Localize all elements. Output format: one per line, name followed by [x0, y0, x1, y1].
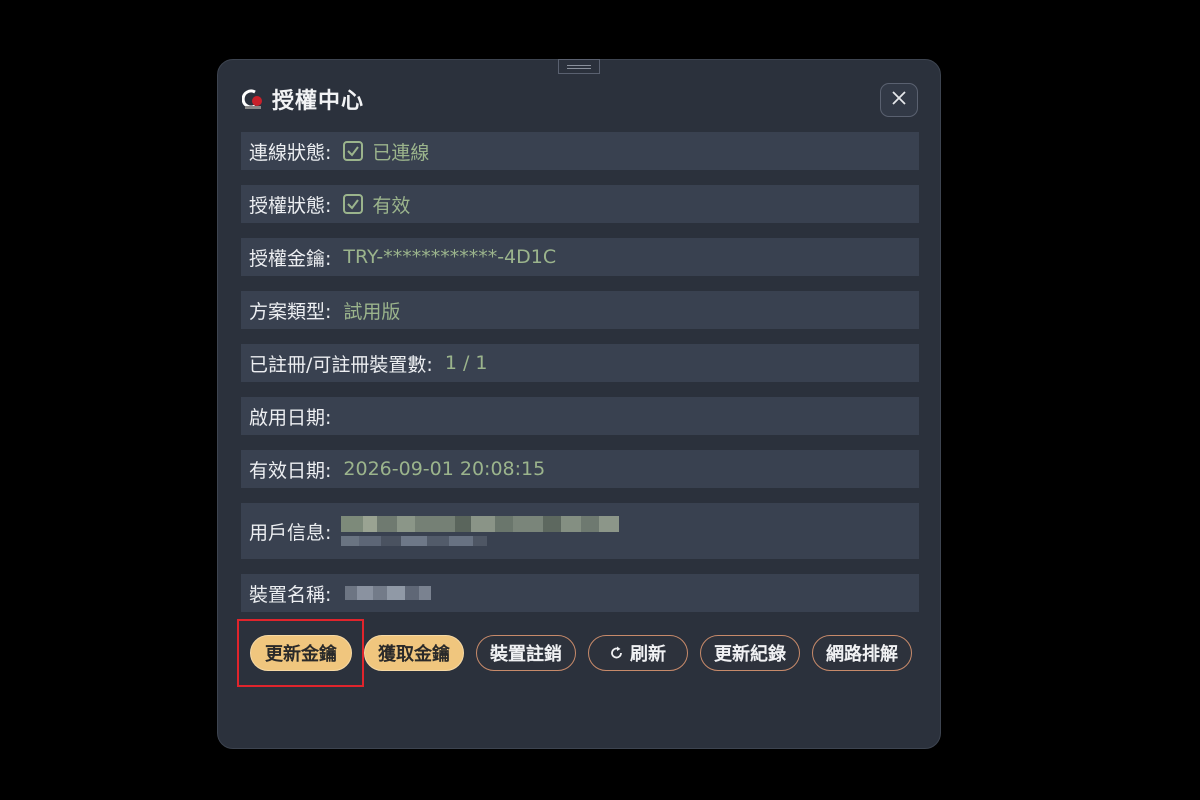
- device-count-label: 已註冊/可註冊裝置數:: [249, 353, 433, 376]
- license-status-row: 授權狀態: 有效: [241, 185, 919, 223]
- license-key-row: 授權金鑰: TRY-************-4D1C: [241, 238, 919, 276]
- deregister-device-button[interactable]: 裝置註銷: [476, 635, 576, 671]
- license-center-dialog: 授權中心 連線狀態: 已連線 授權狀態: 有效 授權金鑰: TRY-******…: [217, 59, 941, 749]
- connection-status-label: 連線狀態:: [249, 141, 332, 164]
- update-log-button[interactable]: 更新紀錄: [700, 635, 800, 671]
- expiry-date-value: 2026-09-01 20:08:15: [343, 458, 546, 480]
- close-button[interactable]: [880, 83, 918, 117]
- license-info-list: 連線狀態: 已連線 授權狀態: 有效 授權金鑰: TRY-***********…: [241, 132, 919, 627]
- plan-type-label: 方案類型:: [249, 300, 332, 323]
- plan-type-row: 方案類型: 試用版: [241, 291, 919, 329]
- app-logo-icon: [241, 88, 264, 110]
- refresh-icon: [610, 646, 624, 660]
- expiry-date-label: 有效日期:: [249, 459, 332, 482]
- action-buttons: 更新金鑰 獲取金鑰 裝置註銷 刷新 更新紀錄 網路排解: [250, 635, 912, 671]
- plan-type-value: 試用版: [343, 300, 401, 323]
- close-icon: [891, 90, 907, 110]
- page-title: 授權中心: [272, 89, 365, 114]
- drag-handle[interactable]: [558, 59, 600, 74]
- license-status-label: 授權狀態:: [249, 194, 332, 217]
- license-key-value: TRY-************-4D1C: [343, 246, 557, 268]
- expiry-date-row: 有效日期: 2026-09-01 20:08:15: [241, 450, 919, 488]
- checkbox-checked-icon: [343, 141, 364, 161]
- connection-status-row: 連線狀態: 已連線: [241, 132, 919, 170]
- device-count-row: 已註冊/可註冊裝置數: 1 / 1: [241, 344, 919, 382]
- update-key-button[interactable]: 更新金鑰: [250, 635, 352, 671]
- dialog-header: 授權中心: [241, 84, 365, 114]
- user-info-row: 用戶信息:: [241, 503, 919, 559]
- refresh-label: 刷新: [630, 644, 666, 665]
- device-name-label: 裝置名稱:: [249, 583, 332, 606]
- user-info-label: 用戶信息:: [249, 521, 332, 544]
- refresh-button[interactable]: 刷新: [588, 635, 688, 671]
- license-key-label: 授權金鑰:: [249, 247, 332, 270]
- license-status-value: 有效: [372, 194, 411, 217]
- connection-status-value: 已連線: [372, 141, 430, 164]
- device-name-row: 裝置名稱:: [241, 574, 919, 612]
- network-troubleshoot-button[interactable]: 網路排解: [812, 635, 912, 671]
- device-name-redacted: [345, 586, 432, 600]
- activation-date-label: 啟用日期:: [249, 406, 332, 429]
- checkbox-checked-icon: [343, 194, 364, 214]
- user-info-redacted: [341, 516, 620, 546]
- device-count-value: 1 / 1: [444, 352, 488, 374]
- get-key-button[interactable]: 獲取金鑰: [364, 635, 464, 671]
- activation-date-row: 啟用日期:: [241, 397, 919, 435]
